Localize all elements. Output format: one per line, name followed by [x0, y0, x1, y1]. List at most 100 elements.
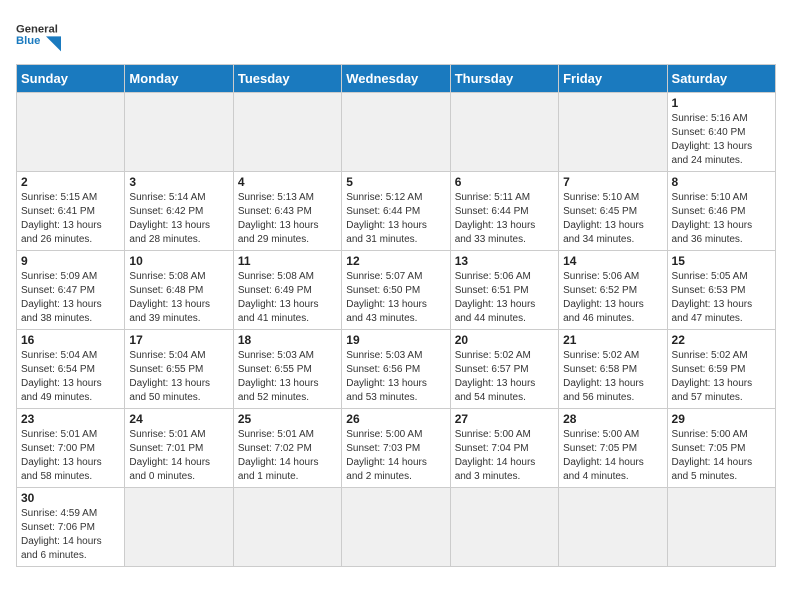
day-number: 18 — [238, 333, 337, 347]
calendar-cell: 2Sunrise: 5:15 AMSunset: 6:41 PMDaylight… — [17, 172, 125, 251]
calendar-cell: 14 Sunrise: 5:06 AMSunset: 6:52 PMDayligh… — [559, 251, 667, 330]
day-number: 5 — [346, 175, 445, 189]
day-number: 20 — [455, 333, 554, 347]
day-info: Sunrise: 5:12 AMSunset: 6:44 PMDaylight:… — [346, 191, 445, 247]
day-info: Sunrise: 5:13 AMSunset: 6:43 PMDaylight:… — [238, 191, 337, 247]
calendar-cell: 19Sunrise: 5:03 AMSunset: 6:56 PMDayligh… — [342, 330, 450, 409]
day-number: 9 — [21, 254, 120, 268]
calendar-cell: 3Sunrise: 5:14 AMSunset: 6:42 PMDaylight… — [125, 172, 233, 251]
day-info: Sunrise: 5:07 AMSunset: 6:50 PMDaylight:… — [346, 270, 445, 326]
day-info: Sunrise: 5:00 AMSunset: 7:05 PMDaylight:… — [672, 428, 771, 484]
day-info: Sunrise: 5:11 AMSunset: 6:44 PMDaylight:… — [455, 191, 554, 247]
day-number: 12 — [346, 254, 445, 268]
calendar-cell: 16 Sunrise: 5:04 AMSunset: 6:54 PMDayligh… — [17, 330, 125, 409]
day-number: 21 — [563, 333, 662, 347]
day-info: Sunrise: 5:02 AMSunset: 6:57 PMDaylight:… — [455, 349, 554, 405]
calendar-cell: 28 Sunrise: 5:00 AMSunset: 7:05 PMDayligh… — [559, 409, 667, 488]
calendar-cell — [17, 93, 125, 172]
calendar-cell: 4 Sunrise: 5:13 AMSunset: 6:43 PMDaylight… — [233, 172, 341, 251]
day-number: 10 — [129, 254, 228, 268]
calendar-cell: 1Sunrise: 5:16 AMSunset: 6:40 PMDaylight… — [667, 93, 775, 172]
day-number: 1 — [672, 96, 771, 110]
day-info: Sunrise: 5:00 AMSunset: 7:04 PMDaylight:… — [455, 428, 554, 484]
day-info: Sunrise: 5:03 AMSunset: 6:56 PMDaylight:… — [346, 349, 445, 405]
calendar-cell — [559, 488, 667, 567]
day-number: 15 — [672, 254, 771, 268]
day-info: Sunrise: 5:09 AMSunset: 6:47 PMDaylight:… — [21, 270, 120, 326]
day-info: Sunrise: 5:03 AMSunset: 6:55 PMDaylight:… — [238, 349, 337, 405]
day-number: 28 — [563, 412, 662, 426]
calendar-cell: 15Sunrise: 5:05 AMSunset: 6:53 PMDayligh… — [667, 251, 775, 330]
day-number: 22 — [672, 333, 771, 347]
calendar-cell — [342, 93, 450, 172]
day-header-sunday: Sunday — [17, 65, 125, 93]
day-info: Sunrise: 5:10 AMSunset: 6:45 PMDaylight:… — [563, 191, 662, 247]
day-info: Sunrise: 5:08 AMSunset: 6:49 PMDaylight:… — [238, 270, 337, 326]
day-info: Sunrise: 5:01 AMSunset: 7:01 PMDaylight:… — [129, 428, 228, 484]
day-number: 4 — [238, 175, 337, 189]
calendar-cell: 23Sunrise: 5:01 AMSunset: 7:00 PMDayligh… — [17, 409, 125, 488]
day-info: Sunrise: 5:00 AMSunset: 7:05 PMDaylight:… — [563, 428, 662, 484]
day-info: Sunrise: 5:06 AMSunset: 6:52 PMDaylight:… — [563, 270, 662, 326]
calendar-cell — [667, 488, 775, 567]
day-number: 13 — [455, 254, 554, 268]
calendar-cell: 20 Sunrise: 5:02 AMSunset: 6:57 PMDayligh… — [450, 330, 558, 409]
logo: General Blue — [16, 16, 66, 56]
calendar-cell: 17Sunrise: 5:04 AMSunset: 6:55 PMDayligh… — [125, 330, 233, 409]
calendar-cell: 29 Sunrise: 5:00 AMSunset: 7:05 PMDayligh… — [667, 409, 775, 488]
calendar-cell — [450, 93, 558, 172]
day-header-friday: Friday — [559, 65, 667, 93]
day-number: 30 — [21, 491, 120, 505]
calendar-cell — [450, 488, 558, 567]
day-header-tuesday: Tuesday — [233, 65, 341, 93]
svg-text:General: General — [16, 24, 58, 36]
calendar-cell: 7 Sunrise: 5:10 AMSunset: 6:45 PMDaylight… — [559, 172, 667, 251]
day-info: Sunrise: 5:10 AMSunset: 6:46 PMDaylight:… — [672, 191, 771, 247]
day-info: Sunrise: 5:02 AMSunset: 6:59 PMDaylight:… — [672, 349, 771, 405]
svg-text:Blue: Blue — [16, 35, 40, 47]
day-info: Sunrise: 5:14 AMSunset: 6:42 PMDaylight:… — [129, 191, 228, 247]
calendar-cell: 21 Sunrise: 5:02 AMSunset: 6:58 PMDayligh… — [559, 330, 667, 409]
day-info: Sunrise: 5:06 AMSunset: 6:51 PMDaylight:… — [455, 270, 554, 326]
general-blue-logo: General Blue — [16, 16, 66, 56]
calendar-cell — [125, 488, 233, 567]
day-info: Sunrise: 4:59 AMSunset: 7:06 PMDaylight:… — [21, 507, 120, 563]
calendar-cell — [125, 93, 233, 172]
calendar-cell — [233, 488, 341, 567]
calendar-cell: 22 Sunrise: 5:02 AMSunset: 6:59 PMDayligh… — [667, 330, 775, 409]
day-header-saturday: Saturday — [667, 65, 775, 93]
day-number: 24 — [129, 412, 228, 426]
day-number: 17 — [129, 333, 228, 347]
calendar-cell: 12 Sunrise: 5:07 AMSunset: 6:50 PMDayligh… — [342, 251, 450, 330]
calendar-cell — [342, 488, 450, 567]
day-number: 11 — [238, 254, 337, 268]
day-number: 16 — [21, 333, 120, 347]
calendar-cell: 27 Sunrise: 5:00 AMSunset: 7:04 PMDayligh… — [450, 409, 558, 488]
calendar-cell: 11 Sunrise: 5:08 AMSunset: 6:49 PMDayligh… — [233, 251, 341, 330]
day-info: Sunrise: 5:15 AMSunset: 6:41 PMDaylight:… — [21, 191, 120, 247]
day-header-thursday: Thursday — [450, 65, 558, 93]
calendar-cell: 30 Sunrise: 4:59 AMSunset: 7:06 PMDayligh… — [17, 488, 125, 567]
day-number: 25 — [238, 412, 337, 426]
calendar-cell: 5 Sunrise: 5:12 AMSunset: 6:44 PMDaylight… — [342, 172, 450, 251]
calendar-cell — [233, 93, 341, 172]
day-info: Sunrise: 5:04 AMSunset: 6:54 PMDaylight:… — [21, 349, 120, 405]
day-number: 29 — [672, 412, 771, 426]
day-header-monday: Monday — [125, 65, 233, 93]
day-number: 6 — [455, 175, 554, 189]
calendar-cell: 8Sunrise: 5:10 AMSunset: 6:46 PMDaylight… — [667, 172, 775, 251]
day-number: 23 — [21, 412, 120, 426]
calendar-cell: 18 Sunrise: 5:03 AMSunset: 6:55 PMDayligh… — [233, 330, 341, 409]
calendar-cell: 6 Sunrise: 5:11 AMSunset: 6:44 PMDaylight… — [450, 172, 558, 251]
calendar-cell: 13 Sunrise: 5:06 AMSunset: 6:51 PMDayligh… — [450, 251, 558, 330]
calendar-cell: 9 Sunrise: 5:09 AMSunset: 6:47 PMDaylight… — [17, 251, 125, 330]
calendar-cell: 25Sunrise: 5:01 AMSunset: 7:02 PMDayligh… — [233, 409, 341, 488]
day-info: Sunrise: 5:02 AMSunset: 6:58 PMDaylight:… — [563, 349, 662, 405]
day-number: 26 — [346, 412, 445, 426]
day-number: 7 — [563, 175, 662, 189]
day-number: 14 — [563, 254, 662, 268]
header: General Blue — [16, 16, 776, 56]
calendar: SundayMondayTuesdayWednesdayThursdayFrid… — [16, 64, 776, 567]
calendar-cell: 24 Sunrise: 5:01 AMSunset: 7:01 PMDayligh… — [125, 409, 233, 488]
day-number: 27 — [455, 412, 554, 426]
